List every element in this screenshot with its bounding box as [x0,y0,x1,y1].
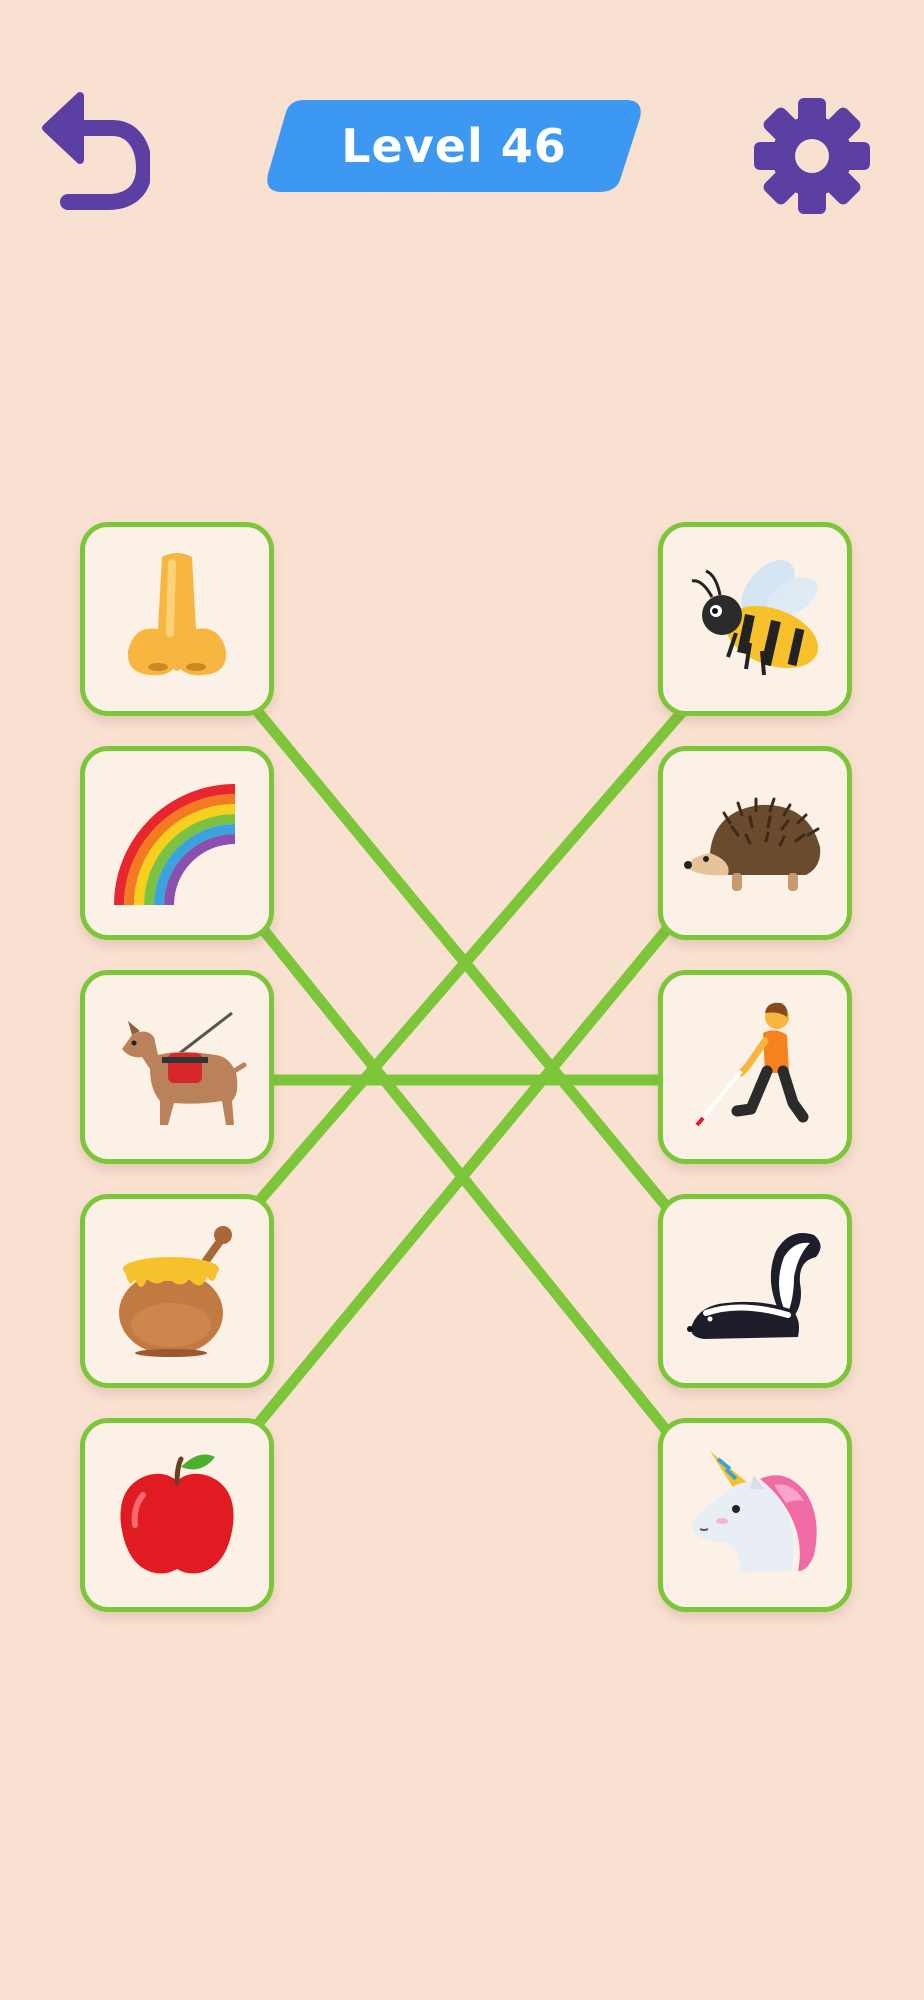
left-card-honey-pot[interactable] [80,1194,274,1388]
left-card-guide-dog[interactable] [80,970,274,1164]
unicorn-icon [692,1451,817,1573]
right-card-skunk[interactable] [658,1194,852,1388]
right-card-person-with-white-cane[interactable] [658,970,852,1164]
person-with-white-cane-icon [695,1002,809,1127]
left-card-nose[interactable] [80,522,274,716]
right-card-unicorn[interactable] [658,1418,852,1612]
red-apple-icon [120,1454,234,1574]
bee-icon [691,559,819,676]
right-card-hedgehog[interactable] [658,746,852,940]
left-card-red-apple[interactable] [80,1418,274,1612]
guide-dog-icon [122,1011,247,1125]
nose-icon [127,553,227,676]
rainbow-icon [114,784,236,906]
skunk-icon [687,1233,821,1339]
honey-pot-icon [119,1226,232,1357]
right-card-bee[interactable] [658,522,852,716]
left-card-rainbow[interactable] [80,746,274,940]
hedgehog-icon [684,797,821,891]
